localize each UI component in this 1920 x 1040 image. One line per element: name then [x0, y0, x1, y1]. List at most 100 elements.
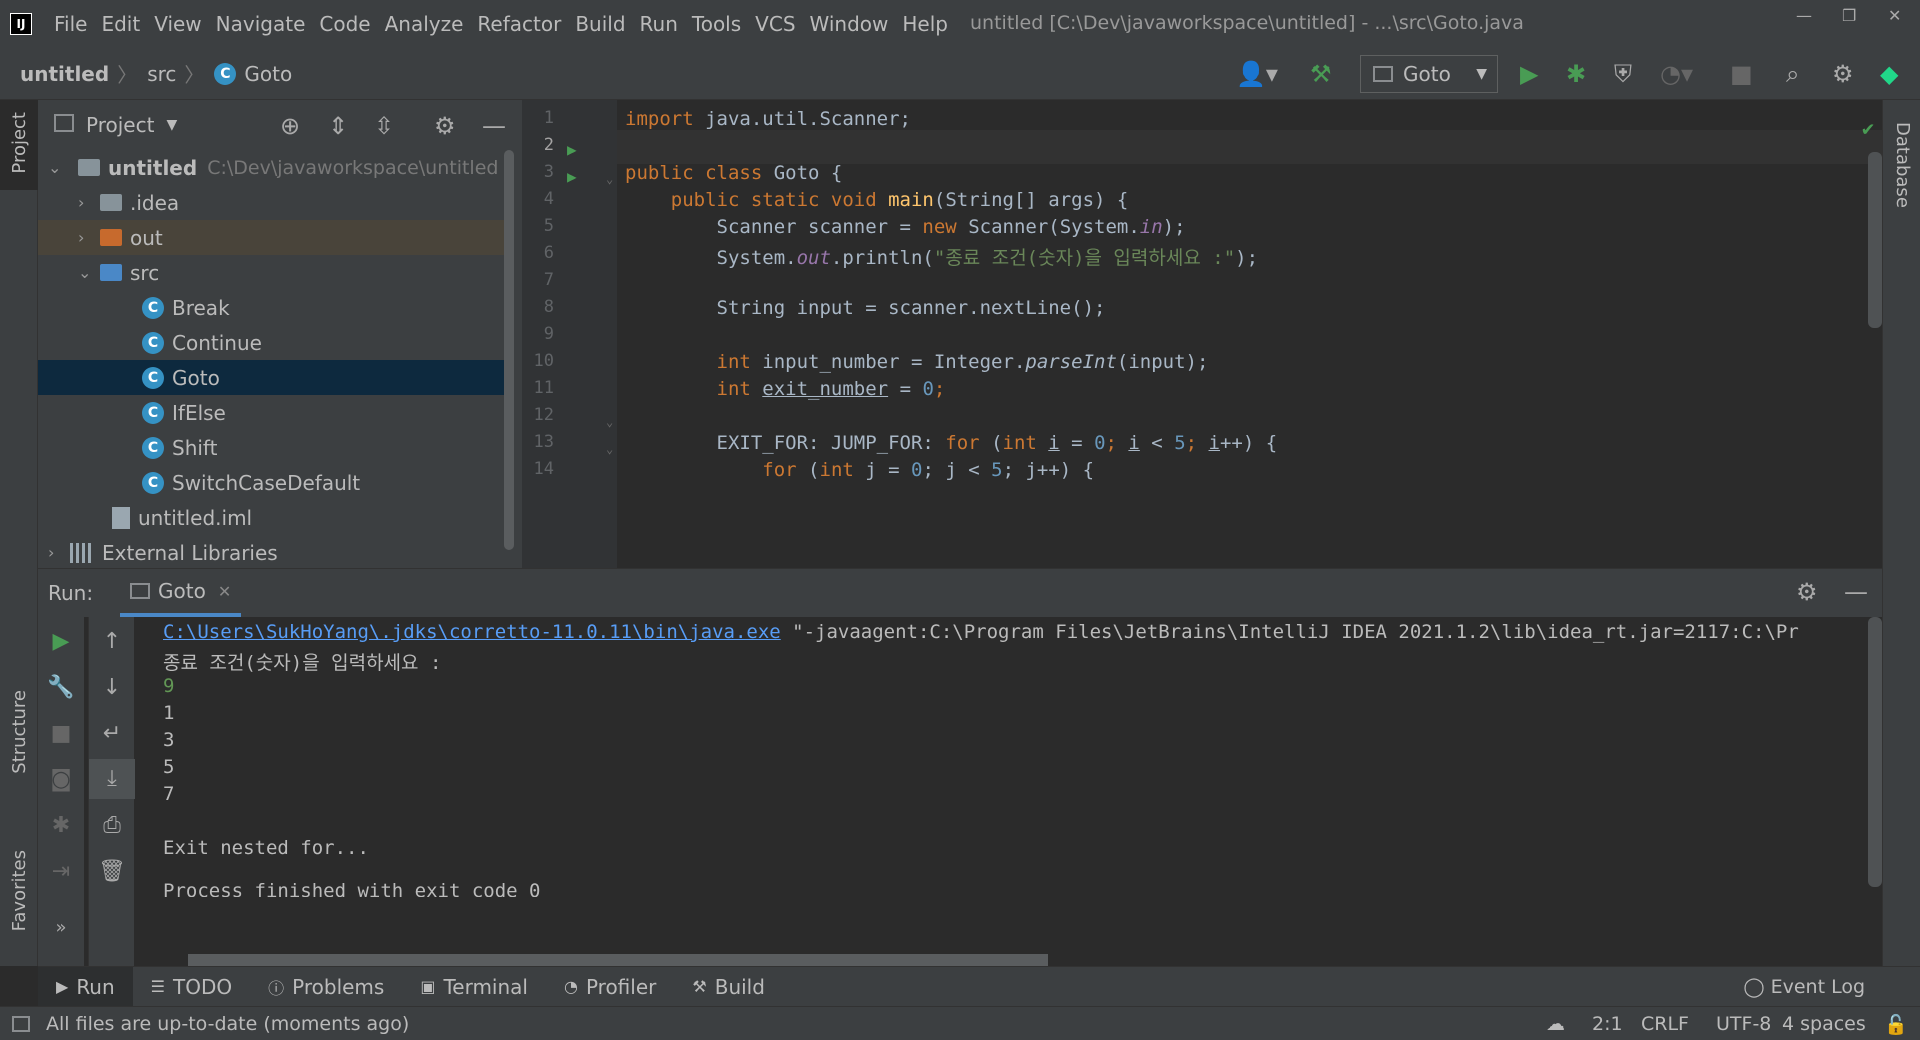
expand-all-icon[interactable]: ⇕	[328, 112, 348, 140]
camera-icon[interactable]: ◙	[38, 767, 84, 792]
background-tasks-icon[interactable]: ☁	[1546, 1013, 1565, 1035]
run-main-gutter-icon[interactable]: ▶	[567, 167, 577, 186]
file-encoding[interactable]: UTF-8	[1716, 1013, 1771, 1035]
run-class-gutter-icon[interactable]: ▶	[567, 140, 577, 159]
tree-item-external-libraries[interactable]: › External Libraries	[38, 535, 510, 570]
console-output[interactable]: C:\Users\SukHoYang\.jdks\corretto-11.0.1…	[134, 617, 1854, 967]
tree-item-continue[interactable]: C Continue	[38, 325, 510, 360]
menu-code[interactable]: Code	[319, 12, 370, 36]
profile-icon[interactable]: ◔▾	[1660, 60, 1693, 88]
status-message[interactable]: All files are up-to-date (moments ago)	[46, 1013, 409, 1035]
hide-panel-icon[interactable]: —	[482, 112, 506, 140]
exit-icon[interactable]: ⇥	[38, 859, 84, 884]
tree-item-out[interactable]: › out	[38, 220, 510, 255]
project-view-selector[interactable]: Project	[86, 113, 154, 137]
fold-icon[interactable]: ⌄	[606, 415, 613, 429]
tool-tab-structure[interactable]: Structure	[0, 690, 38, 810]
minimize-icon[interactable]: —	[1796, 6, 1812, 25]
menu-view[interactable]: View	[154, 12, 201, 36]
stop-icon[interactable]: ■	[38, 721, 84, 746]
arrow-down-icon[interactable]: ↓	[89, 675, 135, 700]
console-scrollbar[interactable]	[1868, 617, 1882, 887]
restore-icon[interactable]: ❐	[1842, 6, 1856, 25]
build-hammer-icon[interactable]: ⚒	[1310, 60, 1332, 88]
menu-file[interactable]: File	[54, 12, 87, 36]
toggle-tool-windows-icon[interactable]	[12, 1015, 30, 1032]
fold-icon[interactable]: ⌄	[606, 172, 613, 186]
coverage-icon[interactable]: ⛨	[1614, 60, 1632, 88]
more-actions-icon[interactable]: »	[38, 917, 84, 938]
breadcrumb-file[interactable]: Goto	[244, 62, 292, 86]
collapse-all-icon[interactable]: ⇳	[374, 112, 394, 140]
no-problems-check-icon[interactable]: ✔	[1862, 116, 1874, 140]
tool-tab-problems[interactable]: ⓘ Problems	[250, 967, 402, 1007]
jetbrains-toolbox-icon[interactable]: ◆	[1880, 60, 1898, 88]
tree-item-root[interactable]: ⌄ untitled C:\Dev\javaworkspace\untitled	[38, 150, 510, 185]
breadcrumb-project[interactable]: untitled	[20, 62, 109, 86]
tree-item-goto[interactable]: C Goto	[38, 360, 510, 395]
menu-refactor[interactable]: Refactor	[477, 12, 561, 36]
hide-panel-icon[interactable]: —	[1844, 578, 1868, 606]
java-executable-link[interactable]: C:\Users\SukHoYang\.jdks\corretto-11.0.1…	[163, 621, 781, 643]
menu-navigate[interactable]: Navigate	[216, 12, 306, 36]
tool-tab-todo[interactable]: ☰ TODO	[133, 967, 250, 1007]
locate-file-icon[interactable]: ⊕	[280, 112, 300, 140]
menu-build[interactable]: Build	[575, 12, 625, 36]
run-tab-goto[interactable]: Goto ✕	[120, 569, 242, 617]
menu-analyze[interactable]: Analyze	[385, 12, 464, 36]
menu-help[interactable]: Help	[902, 12, 948, 36]
console-output-line: 5	[163, 756, 175, 778]
stop-icon[interactable]: ■	[1730, 60, 1753, 88]
soft-wrap-icon[interactable]: ↵	[89, 721, 135, 746]
run-panel-settings-gear-icon[interactable]: ⚙	[1796, 578, 1818, 606]
clear-trash-icon[interactable]: 🗑	[89, 859, 135, 884]
breadcrumb-folder[interactable]: src	[147, 62, 176, 86]
debug-attach-icon[interactable]: ✱	[38, 813, 84, 838]
tree-item-idea[interactable]: › .idea	[38, 185, 510, 220]
settings-gear-icon[interactable]: ⚙	[1832, 60, 1854, 88]
rerun-icon[interactable]: ▶	[38, 629, 84, 654]
close-window-icon[interactable]: ✕	[1888, 6, 1901, 25]
console-horizontal-scrollbar[interactable]	[188, 954, 1048, 966]
tree-item-ifelse[interactable]: C IfElse	[38, 395, 510, 430]
menu-run[interactable]: Run	[640, 12, 678, 36]
tree-item-shift[interactable]: C Shift	[38, 430, 510, 465]
tool-tab-database[interactable]: Database	[1883, 100, 1920, 220]
arrow-up-icon[interactable]: ↑	[89, 629, 135, 654]
user-account-icon[interactable]: 👤▾	[1236, 60, 1278, 88]
menu-bar: IJ File Edit View Navigate Code Analyze …	[0, 0, 1920, 48]
print-icon[interactable]: ⎙	[89, 813, 135, 838]
indent-settings[interactable]: 4 spaces	[1782, 1013, 1866, 1035]
close-tab-icon[interactable]: ✕	[218, 582, 231, 601]
search-icon[interactable]: ⌕	[1786, 60, 1799, 88]
tree-item-break[interactable]: C Break	[38, 290, 510, 325]
read-only-lock-icon[interactable]: 🔓	[1884, 1013, 1908, 1036]
tool-tab-profiler[interactable]: ◔ Profiler	[546, 967, 674, 1007]
menu-window[interactable]: Window	[810, 12, 889, 36]
menu-vcs[interactable]: VCS	[755, 12, 795, 36]
project-scrollbar[interactable]	[504, 150, 514, 550]
tool-tab-terminal[interactable]: ▣ Terminal	[402, 967, 546, 1007]
menu-tools[interactable]: Tools	[692, 12, 741, 36]
caret-position[interactable]: 2:1	[1592, 1013, 1623, 1035]
event-log-button[interactable]: ◯ Event Log	[1743, 967, 1865, 1007]
tree-item-src[interactable]: ⌄ src	[38, 255, 510, 290]
tool-tab-project[interactable]: Project	[0, 100, 38, 190]
chevron-down-icon[interactable]: ▼	[166, 117, 177, 133]
tool-tab-run[interactable]: ▶ Run	[38, 966, 133, 1007]
code-editor[interactable]: 1 2 3 4 5 6 7 8 9 10 11 12 13 14 ▶ ▶ ⌄ ⌄…	[522, 100, 1882, 568]
run-configuration-dropdown[interactable]: Goto ▼	[1360, 55, 1498, 93]
tree-item-switchcasedefault[interactable]: C SwitchCaseDefault	[38, 465, 510, 500]
tool-tab-build[interactable]: ⚒ Build	[674, 967, 783, 1007]
run-icon[interactable]: ▶	[1520, 60, 1538, 88]
scroll-to-end-icon[interactable]: ⤓	[89, 759, 135, 799]
editor-scrollbar[interactable]	[1868, 152, 1882, 328]
tree-item-untitled-iml[interactable]: untitled.iml	[38, 500, 510, 535]
menu-edit[interactable]: Edit	[101, 12, 140, 36]
modify-run-configuration-icon[interactable]: 🔧	[38, 675, 84, 700]
line-separator[interactable]: CRLF	[1641, 1013, 1689, 1035]
debug-icon[interactable]: ✱	[1566, 60, 1586, 88]
panel-settings-gear-icon[interactable]: ⚙	[434, 112, 456, 140]
fold-icon[interactable]: ⌄	[606, 442, 613, 456]
tool-tab-favorites[interactable]: Favorites	[0, 850, 38, 960]
